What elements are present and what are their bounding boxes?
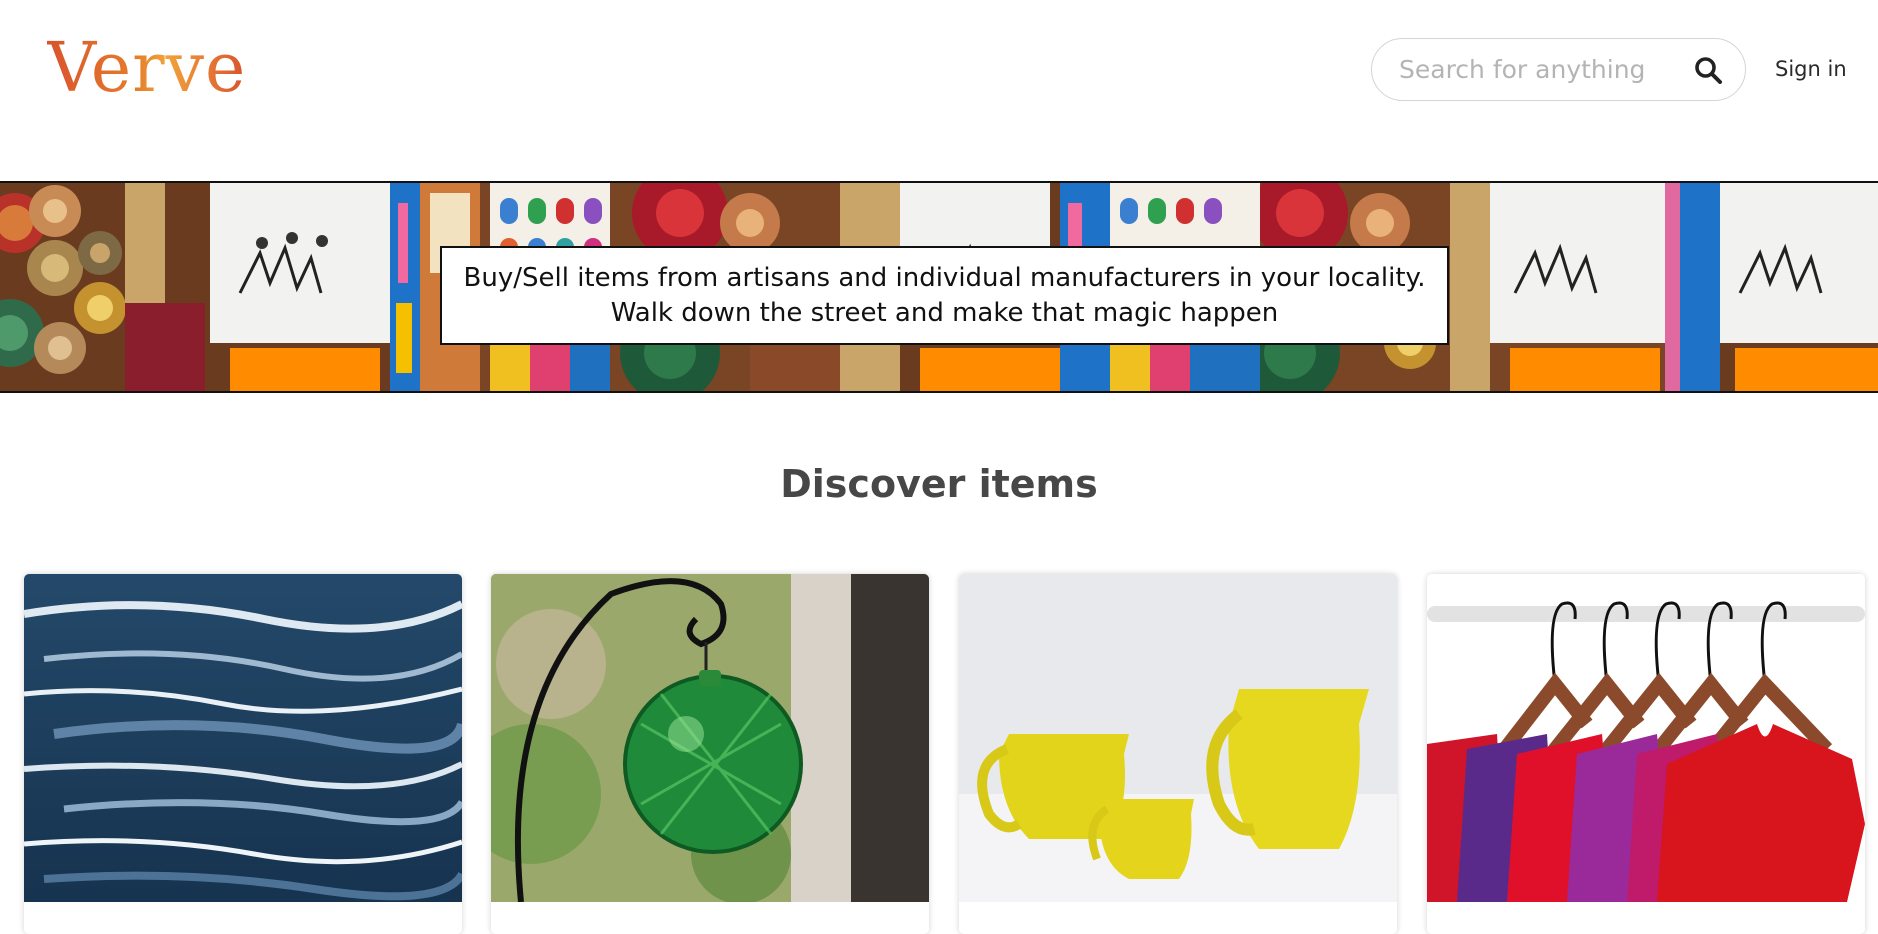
search-bar xyxy=(1371,38,1746,101)
banner-message: Buy/Sell items from artisans and individ… xyxy=(440,246,1449,345)
search-input[interactable] xyxy=(1399,49,1689,90)
market-collage-image xyxy=(0,183,420,391)
banner-line-2: Walk down the street and make that magic… xyxy=(610,297,1279,328)
section-title: Discover items xyxy=(780,462,1098,506)
green-glass-ornament-image xyxy=(491,574,929,902)
item-card-glass-ornament[interactable] xyxy=(491,574,929,934)
shirts-on-hangers-image xyxy=(1427,574,1865,902)
ocean-painting-image xyxy=(24,574,462,902)
hero-banner: Buy/Sell items from artisans and individ… xyxy=(0,181,1878,393)
market-collage-image xyxy=(1680,183,1878,391)
banner-line-1: Buy/Sell items from artisans and individ… xyxy=(463,262,1426,293)
sign-in-link[interactable]: Sign in xyxy=(1775,57,1847,81)
item-card-ocean-painting[interactable] xyxy=(24,574,462,934)
search-icon[interactable] xyxy=(1693,55,1723,85)
header: Verve Sign in xyxy=(0,0,1878,180)
item-card-yellow-pitchers[interactable] xyxy=(959,574,1397,934)
logo[interactable]: Verve xyxy=(47,26,246,112)
yellow-pitchers-image xyxy=(959,574,1397,902)
item-card-shirts[interactable] xyxy=(1427,574,1865,934)
